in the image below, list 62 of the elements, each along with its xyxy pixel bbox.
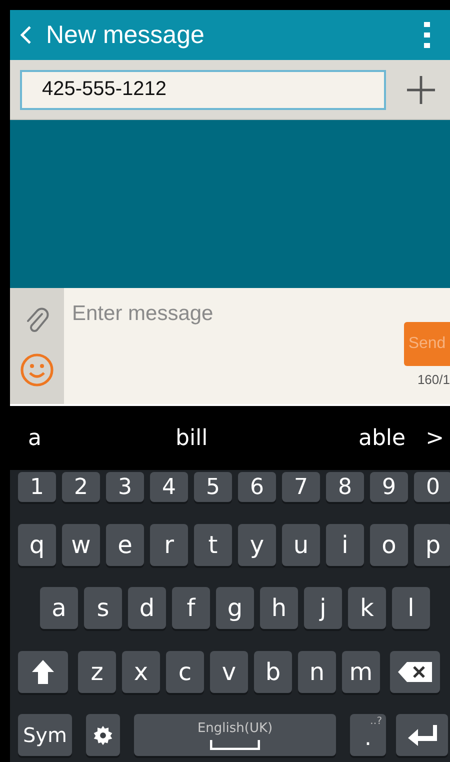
key[interactable]: 5	[194, 472, 232, 502]
shift-key[interactable]	[18, 650, 68, 692]
key[interactable]: l	[392, 587, 430, 629]
key[interactable]: t	[194, 524, 232, 566]
key[interactable]: h	[260, 587, 298, 629]
key[interactable]: 2	[62, 472, 100, 502]
paperclip-icon[interactable]	[25, 306, 49, 334]
symbols-key[interactable]: Sym	[18, 714, 72, 756]
back-icon[interactable]	[20, 25, 32, 45]
period-key[interactable]: ‥? .	[350, 714, 386, 756]
key[interactable]: j	[304, 587, 342, 629]
key[interactable]: e	[106, 524, 144, 566]
key-hint: ‥?	[370, 716, 382, 727]
key[interactable]: c	[166, 650, 204, 692]
key[interactable]: w	[62, 524, 100, 566]
key[interactable]: 7	[282, 472, 320, 502]
key[interactable]: 3	[106, 472, 144, 502]
key[interactable]: s	[84, 587, 122, 629]
key[interactable]: g	[216, 587, 254, 629]
key[interactable]: k	[348, 587, 386, 629]
recipient-field[interactable]: 425-555-1212	[20, 70, 386, 110]
key[interactable]: z	[78, 650, 116, 692]
key[interactable]: f	[172, 587, 210, 629]
overflow-menu-icon[interactable]	[424, 22, 430, 48]
backspace-key[interactable]	[390, 650, 440, 692]
key[interactable]: d	[128, 587, 166, 629]
key[interactable]: a	[40, 587, 78, 629]
shift-arrow-icon	[31, 658, 55, 684]
key[interactable]: i	[326, 524, 364, 566]
language-label: English(UK)	[197, 720, 273, 736]
key[interactable]: r	[150, 524, 188, 566]
suggestion-word[interactable]: bill	[175, 426, 208, 450]
add-icon[interactable]	[406, 74, 436, 104]
gear-icon	[92, 724, 114, 746]
enter-icon	[407, 724, 437, 746]
key[interactable]: m	[342, 650, 380, 692]
key[interactable]: o	[370, 524, 408, 566]
suggestion-word[interactable]: a	[28, 426, 42, 450]
key[interactable]: 6	[238, 472, 276, 502]
screen-title: New message	[46, 20, 204, 50]
backspace-icon	[397, 660, 433, 682]
space-key[interactable]: English(UK)	[134, 714, 336, 756]
suggestion-word[interactable]: able	[358, 426, 406, 450]
suggestion-word[interactable]: >	[426, 426, 444, 450]
key[interactable]: 1	[18, 472, 56, 502]
key[interactable]: q	[18, 524, 56, 566]
enter-key[interactable]	[396, 714, 448, 756]
space-bar-icon	[210, 740, 260, 750]
key[interactable]: 4	[150, 472, 188, 502]
key[interactable]: u	[282, 524, 320, 566]
key[interactable]: n	[298, 650, 336, 692]
character-counter: 160/1	[417, 372, 450, 387]
key-label: .	[364, 726, 372, 750]
key[interactable]: 8	[326, 472, 364, 502]
key[interactable]: b	[254, 650, 292, 692]
key[interactable]: x	[122, 650, 160, 692]
key[interactable]: p	[414, 524, 450, 566]
key[interactable]: 9	[370, 472, 408, 502]
settings-key[interactable]	[86, 714, 120, 756]
key[interactable]: v	[210, 650, 248, 692]
key[interactable]: 0	[414, 472, 450, 502]
key[interactable]: y	[238, 524, 276, 566]
